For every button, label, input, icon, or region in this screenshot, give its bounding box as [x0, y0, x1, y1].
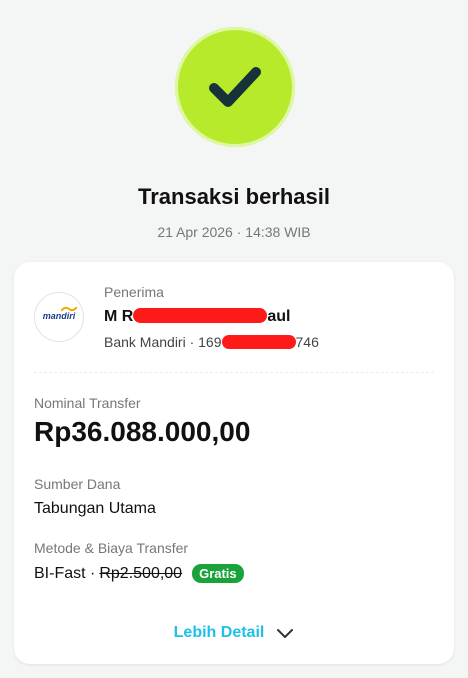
- recipient-label: Penerima: [104, 284, 164, 300]
- free-fee-badge: Gratis: [192, 564, 244, 583]
- nominal-transfer-label: Nominal Transfer: [34, 395, 141, 411]
- success-badge: [175, 27, 295, 147]
- transaction-card: mandiri Penerima M R aul Bank Mandiri · 1…: [14, 262, 454, 664]
- recipient-account-suffix: 746: [295, 334, 319, 350]
- bank-logo-text: mandiri: [42, 311, 76, 321]
- recipient-bank-name: Bank Mandiri · 169: [104, 334, 222, 350]
- chevron-down-icon: [277, 629, 294, 638]
- recipient-name-prefix: M R: [104, 308, 134, 325]
- status-header: Transaksi berhasil 21 Apr 2026 · 14:38 W…: [0, 0, 468, 260]
- source-of-funds-label: Sumber Dana: [34, 476, 121, 492]
- nominal-transfer-value: Rp36.088.000,00: [34, 416, 251, 447]
- recipient-name-suffix: aul: [267, 308, 291, 325]
- status-title: Transaksi berhasil: [138, 184, 330, 209]
- check-icon: [209, 67, 261, 107]
- method-fee-row: BI-Fast · Rp2.500,00 Gratis: [34, 564, 244, 583]
- more-detail-label: Lebih Detail: [173, 624, 265, 641]
- transfer-method: BI-Fast ·: [34, 564, 96, 582]
- recipient-bank-account: Bank Mandiri · 169 746: [104, 334, 319, 350]
- more-detail-button[interactable]: Lebih Detail: [14, 624, 454, 642]
- transaction-timestamp: 21 Apr 2026 · 14:38 WIB: [157, 224, 311, 240]
- recipient-name: M R aul: [104, 308, 290, 326]
- divider: [34, 372, 434, 373]
- source-of-funds-value: Tabungan Utama: [34, 500, 156, 517]
- bank-logo: mandiri: [34, 292, 84, 342]
- original-fee: Rp2.500,00: [99, 564, 183, 582]
- redaction-mark: [221, 335, 296, 349]
- method-fee-label: Metode & Biaya Transfer: [34, 540, 189, 556]
- redaction-mark: [133, 308, 268, 323]
